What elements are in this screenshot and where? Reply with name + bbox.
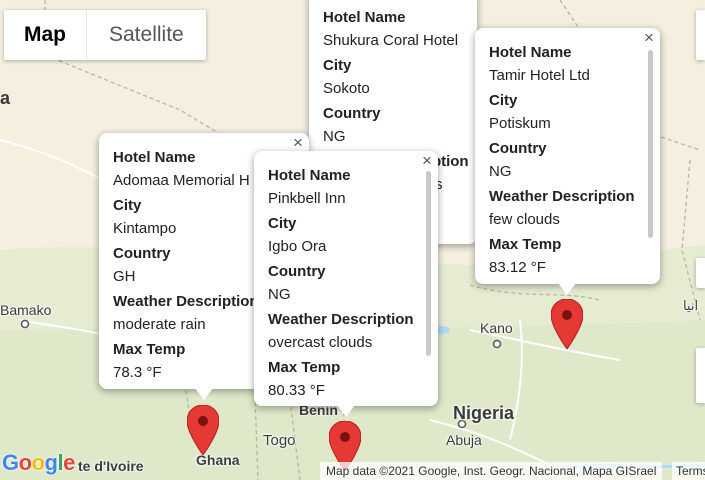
- map-type-control: Map Satellite: [4, 10, 206, 60]
- max-temp-value: 80.33 °F: [268, 382, 325, 399]
- close-icon[interactable]: ×: [459, 0, 473, 4]
- marker-center-dot: [198, 416, 208, 426]
- info-window-tail-kintampo: [195, 388, 213, 400]
- info-window-tail-potiskum: [558, 283, 576, 295]
- city-value: Igbo Ora: [268, 238, 327, 255]
- right-edge-control-top[interactable]: [696, 10, 705, 60]
- country-value: NG: [489, 163, 512, 180]
- info-window-tail-igbo-ora: [337, 405, 355, 417]
- map-label-togo: Togo: [263, 432, 296, 449]
- close-icon[interactable]: ×: [642, 29, 656, 46]
- google-logo[interactable]: Google: [2, 450, 75, 476]
- weather-value: overcast clouds: [268, 334, 373, 351]
- hotel-name-label: Hotel Name: [268, 167, 351, 184]
- weather-value: few clouds: [489, 211, 560, 228]
- google-logo-letter: g: [44, 450, 58, 475]
- map-label-kano: Kano: [480, 320, 513, 336]
- hotel-name-value: Shukura Coral Hotel: [323, 32, 459, 49]
- marker-center-dot: [340, 432, 350, 442]
- info-window-scrollbar[interactable]: [426, 171, 431, 356]
- map-label-abuja: Abuja: [446, 432, 482, 448]
- map-label-nigeria: Nigeria: [453, 403, 515, 423]
- city-value: Potiskum: [489, 115, 551, 132]
- city-label: City: [268, 215, 297, 232]
- google-logo-letter: o: [18, 450, 32, 475]
- info-window-potiskum: × Hotel Name Tamir Hotel Ltd City Potisk…: [475, 28, 660, 284]
- map-type-satellite-button[interactable]: Satellite: [86, 10, 206, 60]
- city-label: City: [489, 92, 518, 109]
- weather-label: Weather Description: [489, 188, 635, 205]
- map-label-a-edge: a: [0, 88, 11, 108]
- weather-label: Weather Description: [268, 311, 414, 328]
- hotel-name-label: Hotel Name: [489, 44, 572, 61]
- close-icon[interactable]: ×: [420, 152, 434, 169]
- info-window-igbo-ora: × Hotel Name Pinkbell Inn City Igbo Ora …: [254, 151, 438, 406]
- close-icon[interactable]: ×: [291, 134, 305, 151]
- google-logo-letter: o: [31, 450, 45, 475]
- country-value: NG: [323, 128, 346, 145]
- right-edge-control-bottom[interactable]: [696, 348, 705, 403]
- hotel-name-label: Hotel Name: [323, 9, 406, 26]
- google-logo-letter: G: [2, 450, 19, 475]
- map-label-arabic-edge: انيا: [683, 298, 699, 313]
- city-label: City: [323, 57, 352, 74]
- marker-center-dot: [562, 310, 572, 320]
- map-marker-kintampo[interactable]: [187, 405, 219, 455]
- map-type-map-button[interactable]: Map: [4, 10, 86, 60]
- map-attribution: Map data ©2021 Google, Inst. Geogr. Naci…: [320, 462, 663, 480]
- info-window-scrollbar[interactable]: [648, 50, 653, 238]
- map-label-bamako: Bamako: [0, 302, 52, 318]
- city-value: Sokoto: [323, 80, 370, 97]
- map-marker-potiskum[interactable]: [551, 299, 583, 349]
- max-temp-label: Max Temp: [489, 236, 562, 253]
- map-label-cote-divoire: te d'Ivoire: [78, 458, 144, 474]
- country-value: NG: [268, 286, 291, 303]
- terms-link[interactable]: Terms: [672, 462, 705, 480]
- country-label: Country: [489, 140, 547, 157]
- max-temp-label: Max Temp: [268, 359, 341, 376]
- google-logo-letter: e: [63, 450, 75, 475]
- country-label: Country: [268, 263, 326, 280]
- max-temp-value: 83.12 °F: [489, 259, 546, 276]
- hotel-name-value: Pinkbell Inn: [268, 190, 346, 207]
- hotel-name-value: Tamir Hotel Ltd: [489, 67, 590, 84]
- right-edge-control-mid[interactable]: [696, 258, 705, 288]
- marker-pin-shape: [551, 299, 583, 349]
- country-label: Country: [323, 105, 381, 122]
- marker-pin-shape: [187, 405, 219, 455]
